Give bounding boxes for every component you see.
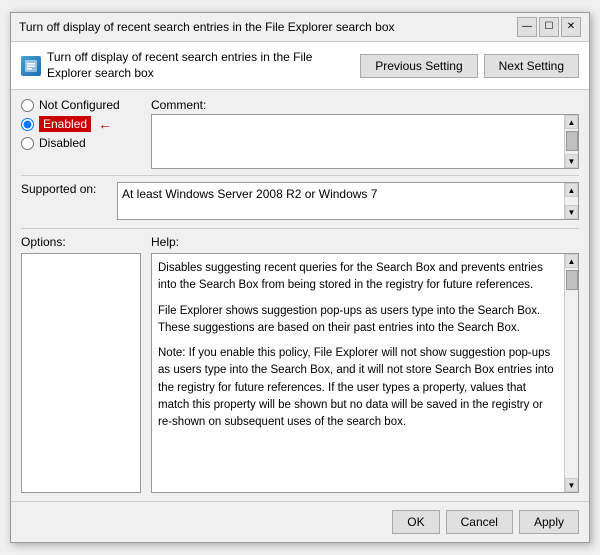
comment-box: ▲ ▼	[151, 114, 579, 169]
header-left: Turn off display of recent search entrie…	[21, 50, 360, 81]
enabled-arrow-icon: ←	[98, 116, 112, 132]
maximize-button[interactable]: ☐	[539, 17, 559, 37]
comment-scrollbar[interactable]: ▲ ▼	[564, 115, 578, 168]
help-column: Help: Disables suggesting recent queries…	[151, 235, 579, 493]
comment-label: Comment:	[151, 98, 579, 112]
supported-scrollbar[interactable]: ▲ ▼	[564, 183, 578, 219]
supported-label: Supported on:	[21, 182, 111, 196]
scroll-down-icon[interactable]: ▼	[565, 154, 578, 168]
scroll-up-icon[interactable]: ▲	[565, 183, 578, 197]
options-column: Options:	[21, 235, 141, 493]
minimize-button[interactable]: —	[517, 17, 537, 37]
top-row: Not Configured Enabled ← Disabled Commen…	[21, 98, 579, 169]
next-setting-button[interactable]: Next Setting	[484, 54, 579, 78]
scroll-up-icon[interactable]: ▲	[565, 254, 578, 268]
header-buttons: Previous Setting Next Setting	[360, 54, 579, 78]
previous-setting-button[interactable]: Previous Setting	[360, 54, 477, 78]
scroll-up-icon[interactable]: ▲	[565, 115, 578, 129]
ok-button[interactable]: OK	[392, 510, 439, 534]
window-title: Turn off display of recent search entrie…	[19, 20, 395, 34]
disabled-option[interactable]: Disabled	[21, 136, 141, 150]
bottom-section: Options: Help: Disables suggesting recen…	[21, 228, 579, 493]
help-scrollbar[interactable]: ▲ ▼	[564, 254, 578, 492]
policy-icon	[21, 56, 41, 76]
help-text: Disables suggesting recent queries for t…	[152, 254, 578, 492]
enabled-label: Enabled	[39, 116, 91, 132]
header-title: Turn off display of recent search entrie…	[47, 50, 360, 81]
disabled-radio[interactable]	[21, 137, 34, 150]
help-label: Help:	[151, 235, 579, 249]
help-paragraph-1: Disables suggesting recent queries for t…	[158, 260, 558, 295]
comment-section: Comment: ▲ ▼	[151, 98, 579, 169]
not-configured-label: Not Configured	[39, 98, 120, 112]
radio-column: Not Configured Enabled ← Disabled	[21, 98, 141, 169]
help-box: Disables suggesting recent queries for t…	[151, 253, 579, 493]
supported-text: At least Windows Server 2008 R2 or Windo…	[122, 187, 377, 201]
window-controls: — ☐ ✕	[517, 17, 581, 37]
disabled-label: Disabled	[39, 136, 86, 150]
not-configured-option[interactable]: Not Configured	[21, 98, 141, 112]
enabled-option[interactable]: Enabled ←	[21, 116, 141, 132]
main-window: Turn off display of recent search entrie…	[10, 12, 590, 543]
cancel-button[interactable]: Cancel	[446, 510, 513, 534]
scroll-down-icon[interactable]: ▼	[565, 205, 578, 219]
options-box	[21, 253, 141, 493]
content-area: Not Configured Enabled ← Disabled Commen…	[11, 90, 589, 501]
help-paragraph-2: File Explorer shows suggestion pop-ups a…	[158, 303, 558, 338]
options-label: Options:	[21, 235, 141, 249]
not-configured-radio[interactable]	[21, 99, 34, 112]
footer: OK Cancel Apply	[11, 501, 589, 542]
supported-box: At least Windows Server 2008 R2 or Windo…	[117, 182, 579, 220]
header-section: Turn off display of recent search entrie…	[11, 42, 589, 90]
supported-row: Supported on: At least Windows Server 20…	[21, 175, 579, 220]
enabled-radio[interactable]	[21, 118, 34, 131]
help-paragraph-3: Note: If you enable this policy, File Ex…	[158, 345, 558, 431]
scroll-down-icon[interactable]: ▼	[565, 478, 578, 492]
title-bar: Turn off display of recent search entrie…	[11, 13, 589, 42]
close-button[interactable]: ✕	[561, 17, 581, 37]
apply-button[interactable]: Apply	[519, 510, 579, 534]
scroll-thumb[interactable]	[566, 270, 578, 290]
scroll-thumb[interactable]	[566, 131, 578, 151]
